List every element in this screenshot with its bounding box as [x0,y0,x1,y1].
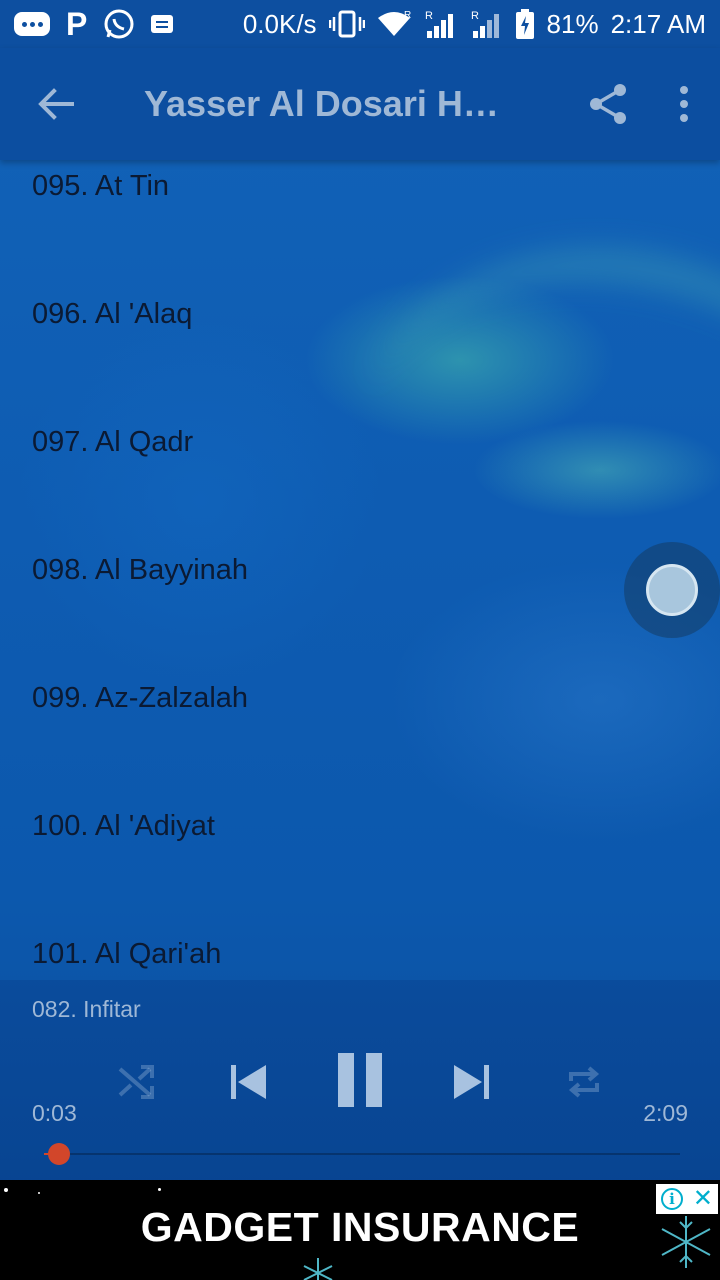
signal-icon: R [469,8,503,40]
more-vert-icon [680,86,688,122]
share-icon [590,84,626,124]
ad-banner[interactable]: GADGET INSURANCE i ✕ [0,1180,720,1280]
track-item[interactable]: 100. Al 'Adiyat [0,810,720,938]
total-time: 2:09 [643,1100,688,1126]
ad-snow-dot [38,1192,40,1194]
ad-info-icon[interactable]: i [660,1188,683,1210]
track-item[interactable]: 098. Al Bayyinah [0,554,720,682]
ad-headline: GADGET INSURANCE [140,1204,580,1250]
track-item[interactable]: 097. Al Qadr [0,426,720,554]
track-label: 101. Al Qari'ah [32,938,222,970]
skip-next-icon [454,1065,489,1099]
previous-button[interactable] [224,1058,272,1106]
message-icon [151,8,174,40]
track-item[interactable]: 095. At Tin [0,170,720,298]
battery-icon [515,8,535,40]
track-item[interactable]: 096. Al 'Alaq [0,298,720,426]
skip-previous-icon [231,1065,266,1099]
status-bar: P 0.0K/s R R R 81% 2:17 AM [0,0,720,48]
repeat-button[interactable] [560,1058,608,1106]
pause-icon [338,1053,382,1107]
track-label: 095. At Tin [32,170,170,202]
signal-icon: R [423,8,457,40]
roaming-mark: R [404,10,411,21]
clock: 2:17 AM [610,8,706,39]
app-bar: Yasser Al Dosari Ho… [0,48,720,160]
repeat-icon [568,1066,600,1098]
pause-button[interactable] [330,1050,390,1110]
net-speed: 0.0K/s [242,8,317,39]
player-panel: 082. Infitar 0:03 2:09 [0,980,720,1180]
track-list: 095. At Tin 096. Al 'Alaq 097. Al Qadr 0… [0,160,720,980]
shuffle-icon [118,1065,154,1099]
track-label: 100. Al 'Adiyat [32,810,215,842]
track-item[interactable]: 101. Al Qari'ah [0,938,720,980]
ad-close-icon[interactable]: ✕ [693,1187,713,1211]
seek-bar[interactable] [44,1153,680,1155]
track-label: 097. Al Qadr [32,426,194,458]
share-button[interactable] [568,48,648,160]
battery-level: 81% [546,8,599,39]
back-button[interactable] [0,48,112,160]
floating-assistive-button[interactable] [624,542,720,638]
track-label: 096. Al 'Alaq [32,298,193,330]
next-button[interactable] [448,1058,496,1106]
snowflake-icon [303,1258,333,1280]
track-label: 098. Al Bayyinah [32,554,249,586]
page-title: Yasser Al Dosari Ho… [144,83,521,124]
chat-icon [14,8,50,40]
more-options-button[interactable] [648,48,720,160]
current-time: 0:03 [32,1100,77,1126]
arrow-left-icon [38,88,74,120]
ad-snow-dot [158,1188,161,1191]
roaming-mark: R [425,10,433,22]
track-label: 099. Az-Zalzalah [32,682,249,714]
ad-snow-dot [4,1188,8,1192]
whatsapp-icon [103,8,135,40]
p-icon: P [66,6,88,42]
snowflake-icon [661,1216,711,1268]
vibrate-icon [328,8,365,40]
wifi-icon: R [377,8,411,40]
ad-choices-badge[interactable]: i ✕ [656,1184,718,1214]
shuffle-button[interactable] [112,1058,160,1106]
track-item[interactable]: 099. Az-Zalzalah [0,682,720,810]
now-playing-title: 082. Infitar [32,996,141,1022]
assistive-touch-icon [646,564,698,616]
seek-bar-thumb[interactable] [47,1143,70,1165]
roaming-mark: R [471,10,479,22]
